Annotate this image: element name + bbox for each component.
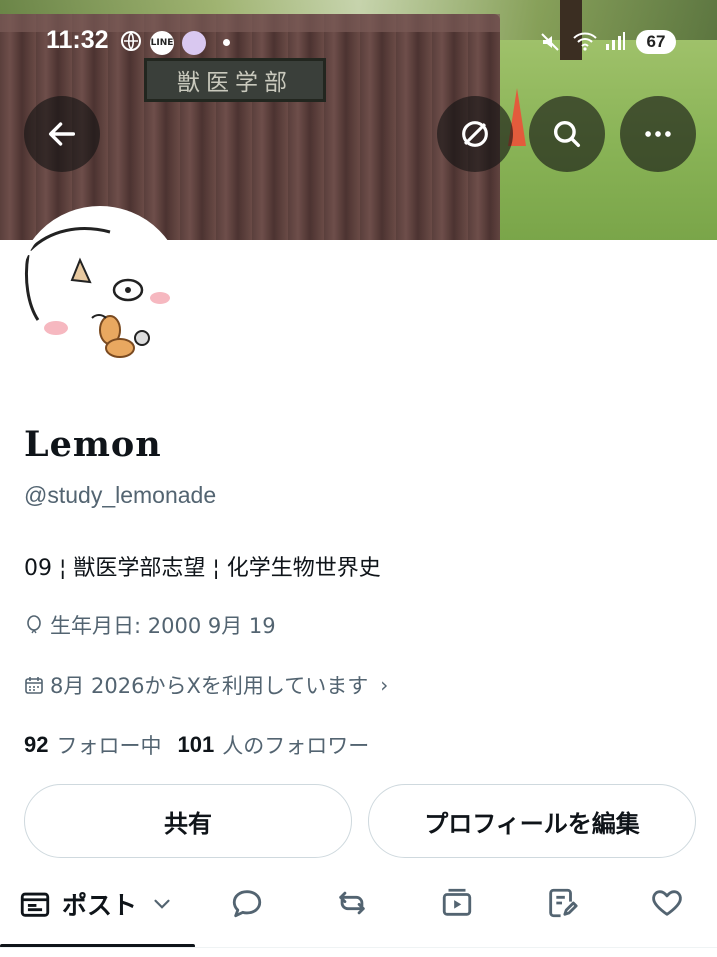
following-label[interactable]: フォロー中 (56, 730, 161, 760)
vpn-icon (120, 30, 142, 56)
tab-posts-label: ポスト (62, 891, 138, 920)
calendar-icon (25, 677, 43, 694)
tab-posts[interactable]: ポスト (18, 886, 175, 922)
signal-icon (604, 30, 626, 56)
avatar[interactable] (16, 206, 184, 374)
birthday-text: 生年月日: 2000 9月 19 (50, 614, 276, 638)
chevron-down-icon (154, 899, 170, 909)
grok-button[interactable] (437, 96, 513, 172)
tab-media[interactable] (440, 886, 474, 920)
battery-indicator: 67 (636, 30, 676, 54)
avatar-cat-illustration (20, 210, 180, 370)
wifi-icon (572, 30, 598, 56)
profile-tabs: ポスト (0, 872, 717, 948)
tabs-divider (0, 947, 717, 948)
share-button[interactable]: 共有 (24, 784, 352, 858)
heart-icon (652, 890, 682, 916)
tab-reposts[interactable] (335, 886, 369, 920)
profile-name: Lemon (24, 424, 162, 465)
profile-bio: 09 ¦ 獣医学部志望 ¦ 化学生物世界史 (24, 556, 381, 581)
notification-dot (223, 39, 230, 46)
search-button[interactable] (529, 96, 605, 172)
repost-icon (339, 891, 365, 915)
line-app-icon: LINE (150, 31, 174, 55)
reply-icon (232, 890, 262, 918)
follow-stats: 92 フォロー中 101 人のフォロワー (24, 730, 370, 768)
profile-handle: @study_lemonade (24, 482, 217, 508)
tab-articles[interactable] (545, 886, 579, 920)
following-count[interactable]: 92 (24, 732, 48, 758)
article-icon (549, 888, 578, 918)
followers-count[interactable]: 101 (177, 732, 214, 758)
more-icon (645, 131, 671, 137)
grok-icon (462, 121, 488, 147)
video-icon (442, 888, 472, 916)
chevron-right-icon: › (380, 673, 389, 697)
balloon-icon (27, 615, 41, 634)
birthday-row: 生年月日: 2000 9月 19 (24, 610, 276, 640)
more-button[interactable] (620, 96, 696, 172)
tab-likes[interactable] (650, 886, 684, 920)
search-icon (553, 120, 581, 148)
joined-text: 8月 2026からXを利用しています (50, 674, 369, 698)
joined-row[interactable]: 8月 2026からXを利用しています › (24, 670, 388, 700)
followers-label[interactable]: 人のフォロワー (222, 730, 369, 760)
edit-profile-button[interactable]: プロフィールを編集 (368, 784, 696, 858)
status-bar: 11:32 LINE 67 (0, 0, 717, 80)
app-notification-icon (182, 31, 206, 55)
mute-icon (540, 32, 560, 56)
back-button[interactable] (24, 96, 100, 172)
tab-replies[interactable] (230, 886, 264, 920)
status-time: 11:32 (46, 26, 109, 54)
posts-list-icon (20, 892, 50, 917)
followers-group[interactable]: 101 人のフォロワー (177, 730, 370, 768)
arrow-left-icon (48, 122, 76, 146)
